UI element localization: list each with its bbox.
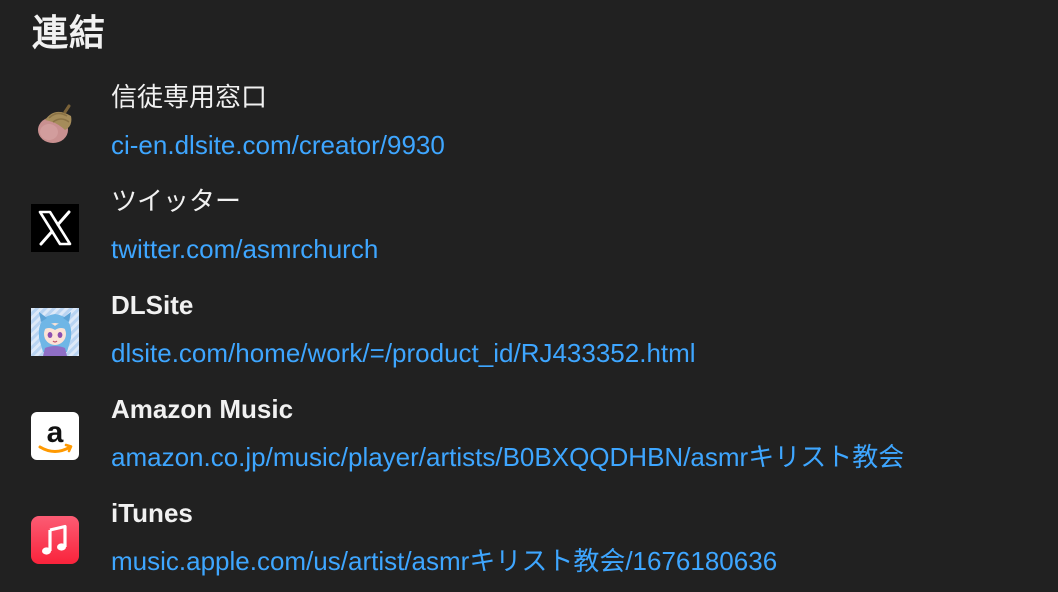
anime-character-avatar-icon[interactable] xyxy=(31,308,79,356)
link-title: DLSite xyxy=(111,290,194,320)
link-title: Amazon Music xyxy=(111,394,294,424)
apple-music-icon[interactable] xyxy=(31,516,79,564)
link-title: ツイッター xyxy=(111,186,242,216)
link-title: iTunes xyxy=(111,498,193,528)
link-title: 信徒専用窓口 xyxy=(111,82,268,112)
amazon-logo-icon[interactable]: a xyxy=(31,412,79,460)
link-item-itunes: iTunes music.apple.com/us/artist/asmrキリス… xyxy=(0,492,1058,592)
link-url[interactable]: music.apple.com/us/artist/asmrキリスト教会/167… xyxy=(111,544,777,578)
svg-text:a: a xyxy=(47,416,64,449)
links-section-title: 連結 xyxy=(32,12,107,53)
link-item-amazon-music: a Amazon Music amazon.co.jp/music/player… xyxy=(0,388,1058,492)
link-url[interactable]: ci-en.dlsite.com/creator/9930 xyxy=(111,128,445,162)
link-item-dlsite: DLSite dlsite.com/home/work/=/product_id… xyxy=(0,284,1058,388)
link-url[interactable]: amazon.co.jp/music/player/artists/B0BXQQ… xyxy=(111,440,904,474)
link-url[interactable]: dlsite.com/home/work/=/product_id/RJ4333… xyxy=(111,336,696,370)
link-url[interactable]: twitter.com/asmrchurch xyxy=(111,232,378,266)
x-logo-icon[interactable] xyxy=(31,204,79,252)
acorn-icon[interactable] xyxy=(31,100,79,148)
links-list: 信徒専用窓口 ci-en.dlsite.com/creator/9930 ツイッ… xyxy=(0,76,1058,592)
link-item-twitter: ツイッター twitter.com/asmrchurch xyxy=(0,180,1058,284)
link-item-ci-en: 信徒専用窓口 ci-en.dlsite.com/creator/9930 xyxy=(0,76,1058,180)
